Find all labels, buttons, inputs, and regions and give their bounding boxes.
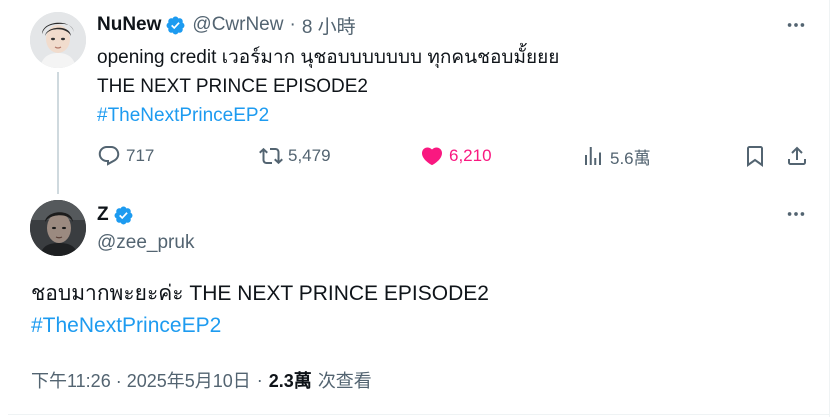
- reply-bubble-icon: [98, 146, 120, 166]
- timeline-right-border: [829, 0, 830, 417]
- bookmark-button[interactable]: [743, 141, 767, 171]
- parent-tweet-header: NuNew @CwrNew · 8 小時: [97, 12, 356, 38]
- portrait-avatar-icon: [30, 200, 86, 256]
- parent-author-avatar[interactable]: [30, 12, 86, 68]
- reply-count: 717: [126, 146, 155, 165]
- header-separator: ·: [289, 14, 296, 35]
- reply-button[interactable]: 717: [97, 141, 154, 171]
- meta-separator: ·: [256, 369, 263, 390]
- like-count: 6,210: [449, 146, 492, 165]
- retweet-button[interactable]: 5,479: [259, 141, 331, 171]
- parent-tweet-text: opening credit เวอร์มาก นุชอบบบบบบบ ทุกค…: [97, 43, 797, 130]
- share-upload-icon: [788, 146, 806, 165]
- main-tweet-views-count: 2.3萬: [268, 371, 312, 391]
- main-author-name-row: Z: [97, 201, 140, 229]
- more-dots-icon[interactable]: [782, 201, 810, 227]
- main-tweet-hashtag[interactable]: #TheNextPrinceEP2: [31, 310, 791, 342]
- main-tweet-views-label: 次查看: [317, 371, 372, 391]
- parent-tweet-line-2: THE NEXT PRINCE EPISODE2: [97, 76, 368, 97]
- parent-tweet-actions: 717 5,479 6,210 5.6萬: [97, 141, 817, 171]
- main-author-avatar[interactable]: [30, 200, 86, 256]
- retweet-count: 5,479: [288, 146, 331, 165]
- main-tweet-meta: 下午11:26 · 2025年5月10日 · 2.3萬 次查看: [31, 366, 372, 394]
- main-tweet-line-1: ชอบมากพะยะค่ะ THE NEXT PRINCE EPISODE2: [31, 282, 489, 305]
- heart-filled-icon: [421, 147, 443, 166]
- parent-author-handle[interactable]: @CwrNew: [192, 14, 283, 36]
- main-tweet-timestamp[interactable]: 下午11:26 · 2025年5月10日: [31, 367, 251, 393]
- parent-tweet-time[interactable]: 8 小時: [302, 12, 356, 39]
- more-dots-icon[interactable]: [782, 12, 810, 38]
- portrait-avatar-icon: [30, 12, 86, 68]
- bookmark-icon: [747, 146, 763, 167]
- retweet-icon: [259, 147, 283, 165]
- parent-tweet-hashtag[interactable]: #TheNextPrinceEP2: [97, 101, 797, 130]
- share-button[interactable]: [785, 141, 809, 171]
- views-button[interactable]: 5.6萬: [581, 141, 651, 171]
- views-count: 5.6萬: [610, 148, 651, 168]
- verified-badge-icon: [113, 205, 134, 226]
- like-button[interactable]: 6,210: [420, 141, 492, 171]
- main-author-handle[interactable]: @zee_pruk: [97, 231, 194, 255]
- parent-tweet-line-1: opening credit เวอร์มาก นุชอบบบบบบบ ทุกค…: [97, 47, 560, 68]
- bar-chart-icon: [585, 147, 601, 165]
- main-author-name[interactable]: Z: [97, 204, 109, 226]
- thread-connector-line: [57, 72, 59, 194]
- tweet-bottom-border: [8, 414, 830, 415]
- parent-author-name[interactable]: NuNew: [97, 14, 161, 36]
- main-tweet-text: ชอบมากพะยะค่ะ THE NEXT PRINCE EPISODE2 #…: [31, 278, 791, 342]
- verified-badge-icon: [165, 15, 186, 36]
